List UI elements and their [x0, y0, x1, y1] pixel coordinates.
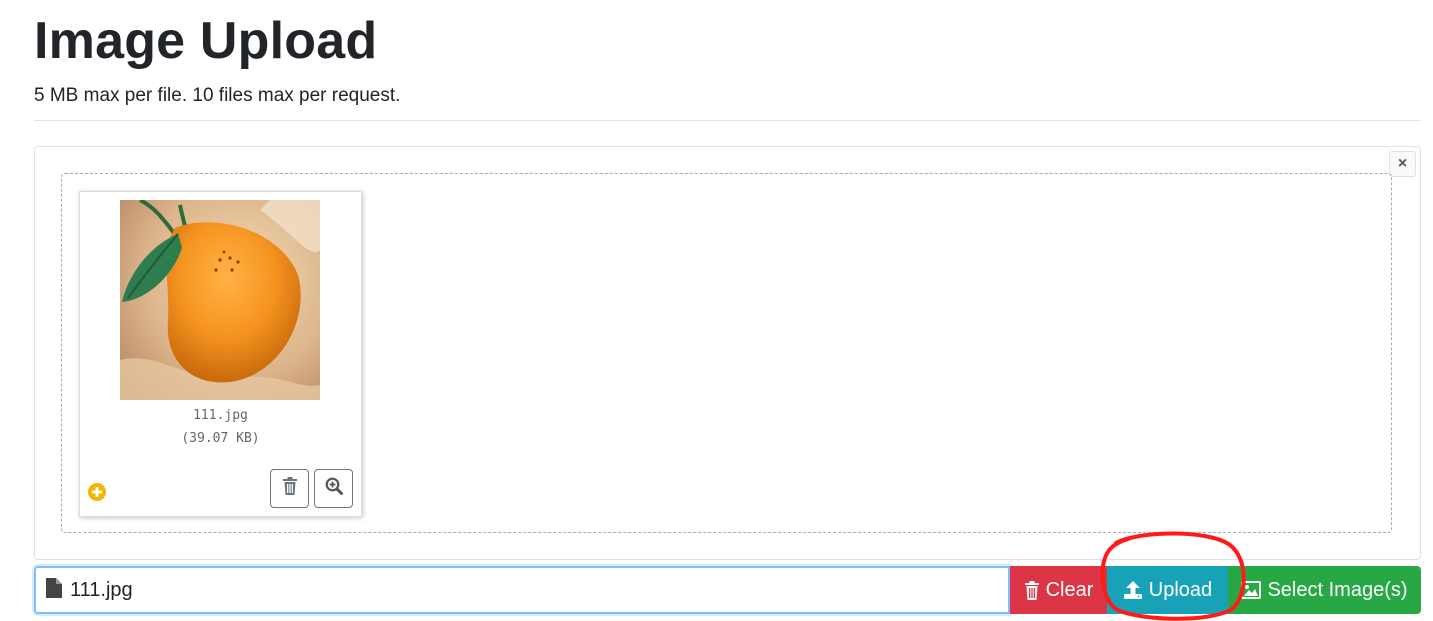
upload-limits-text: 5 MB max per file. 10 files max per requ…: [34, 85, 401, 106]
upload-label: Upload: [1148, 578, 1213, 601]
remove-file-button[interactable]: [270, 469, 309, 508]
upload-button[interactable]: Upload: [1107, 566, 1228, 614]
clear-label: Clear: [1045, 578, 1094, 601]
image-preview: [120, 200, 320, 400]
file-thumbnail-card: 111.jpg (39.07 KB): [79, 191, 362, 517]
file-preview-panel: × 111.jpg (39.07 KB): [34, 146, 1421, 560]
file-icon: [46, 577, 62, 603]
upload-icon: [1123, 580, 1143, 600]
close-preview-button[interactable]: ×: [1389, 151, 1416, 177]
plus-circle-icon: [87, 482, 107, 502]
file-caption-field[interactable]: 111.jpg: [34, 566, 1010, 614]
file-size: (39.07 KB): [181, 431, 260, 446]
file-name: 111.jpg: [193, 408, 248, 423]
divider: [34, 120, 1421, 121]
caption-filename: 111.jpg: [70, 578, 133, 601]
trash-icon: [1024, 580, 1040, 600]
select-images-button[interactable]: Select Image(s): [1228, 566, 1421, 614]
select-images-label: Select Image(s): [1267, 578, 1408, 601]
drop-zone[interactable]: 111.jpg (39.07 KB): [61, 173, 1392, 533]
page-title: Image Upload: [34, 12, 378, 70]
zoom-preview-button[interactable]: [314, 469, 353, 508]
zoom-in-icon: [325, 477, 343, 500]
trash-icon: [282, 477, 298, 500]
clear-button[interactable]: Clear: [1010, 566, 1107, 614]
image-icon: [1241, 581, 1262, 599]
